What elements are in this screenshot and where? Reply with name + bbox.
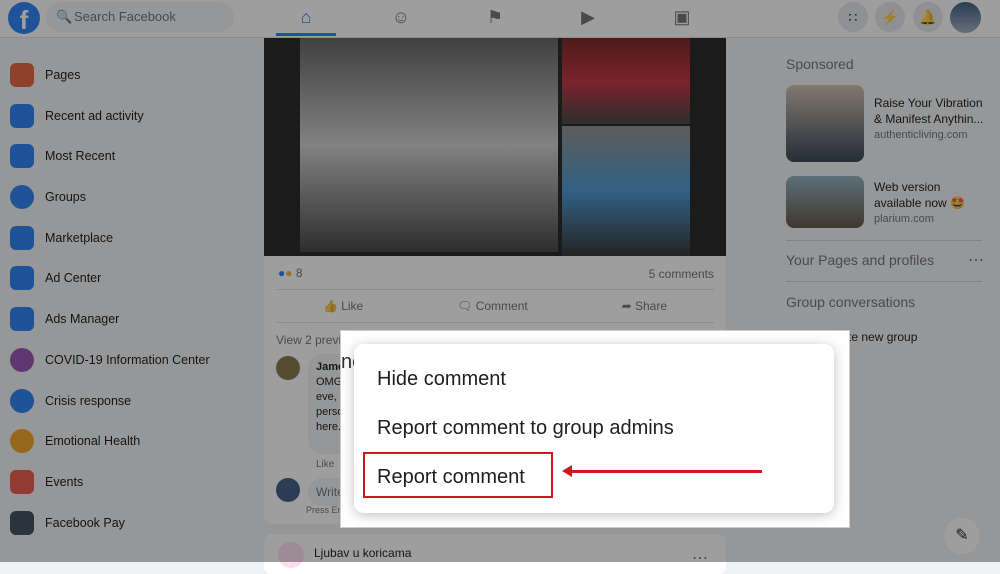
menu-item-report-to-admins[interactable]: Report comment to group admins: [377, 417, 674, 440]
menu-item-hide-comment[interactable]: Hide comment: [377, 368, 506, 391]
arrow-annotation-icon: [562, 465, 762, 477]
comment-options-menu: Hide comment Report comment to group adm…: [354, 344, 834, 513]
comment-options-popup: ne Hide comment Report comment to group …: [340, 330, 850, 528]
highlight-box: [363, 452, 553, 498]
